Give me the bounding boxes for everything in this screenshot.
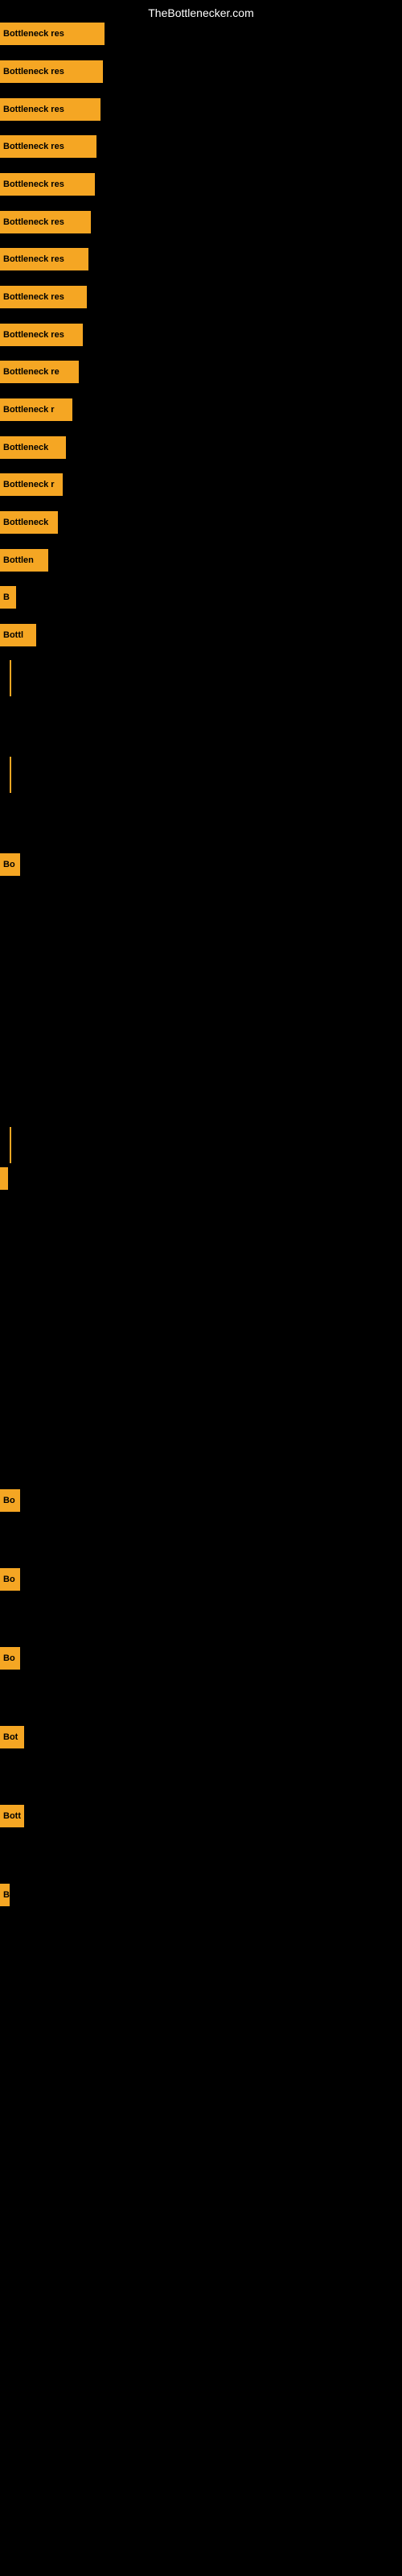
bottleneck-bar: Bottleneck r bbox=[0, 473, 63, 496]
site-title: TheBottlenecker.com bbox=[0, 6, 402, 19]
vertical-line bbox=[10, 1127, 11, 1163]
bottleneck-bar: Bottleneck bbox=[0, 436, 66, 459]
bottleneck-bar: Bottleneck res bbox=[0, 98, 100, 121]
bottleneck-bar: Bottl bbox=[0, 624, 36, 646]
bottleneck-bar: Bo bbox=[0, 1568, 20, 1591]
bottleneck-bar: Bottleneck res bbox=[0, 248, 88, 270]
bottleneck-bar: Bottleneck res bbox=[0, 135, 96, 158]
bottleneck-bar: Bo bbox=[0, 1647, 20, 1670]
bottleneck-bar: Bottleneck r bbox=[0, 398, 72, 421]
bottleneck-bar: Bo bbox=[0, 1489, 20, 1512]
bottleneck-bar bbox=[0, 1167, 8, 1190]
bottleneck-bar: B bbox=[0, 586, 16, 609]
bottleneck-bar: Bo bbox=[0, 853, 20, 876]
bottleneck-bar: Bottleneck res bbox=[0, 211, 91, 233]
bottleneck-bar: Bott bbox=[0, 1805, 24, 1827]
bottleneck-bar: Bottleneck re bbox=[0, 361, 79, 383]
bottleneck-bar: B bbox=[0, 1884, 10, 1906]
bottleneck-bar: Bottleneck res bbox=[0, 23, 105, 45]
bottleneck-bar: Bottleneck bbox=[0, 511, 58, 534]
bottleneck-bar: Bottlen bbox=[0, 549, 48, 572]
bottleneck-bar: Bot bbox=[0, 1726, 24, 1748]
vertical-line bbox=[10, 757, 11, 793]
bottleneck-bar: Bottleneck res bbox=[0, 286, 87, 308]
bottleneck-bar: Bottleneck res bbox=[0, 324, 83, 346]
bottleneck-bar: Bottleneck res bbox=[0, 60, 103, 83]
vertical-line bbox=[10, 660, 11, 696]
bottleneck-bar: Bottleneck res bbox=[0, 173, 95, 196]
